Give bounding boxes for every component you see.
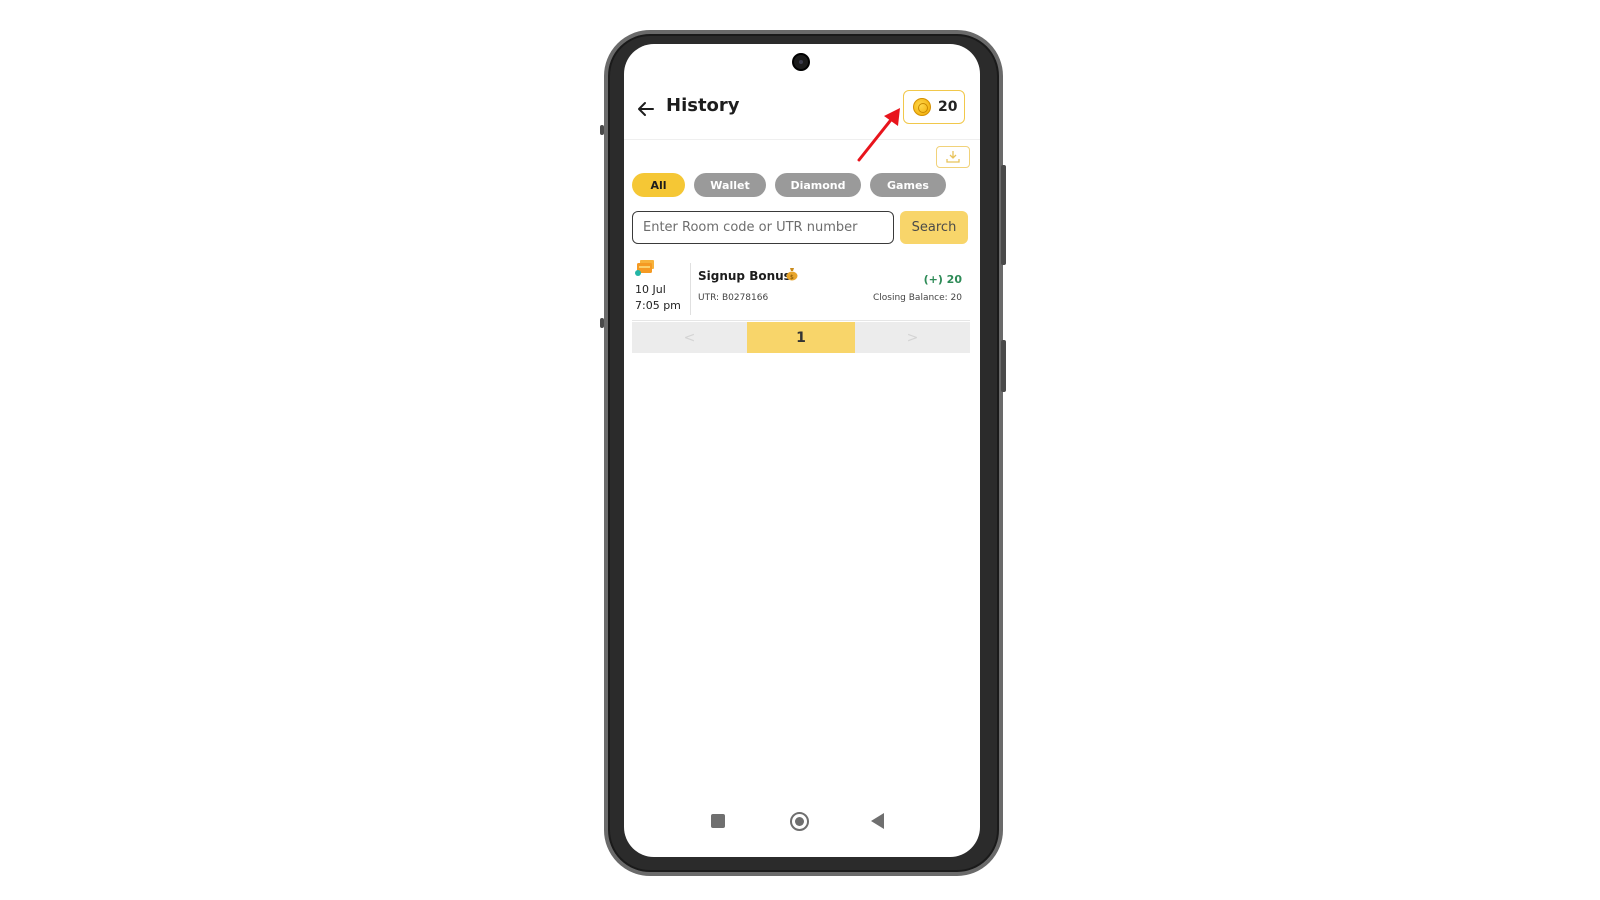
transaction-amount: (+) 20 xyxy=(923,273,962,286)
coin-icon xyxy=(913,98,931,116)
pagination-prev-button[interactable]: < xyxy=(632,322,747,353)
tab-diamond[interactable]: Diamond xyxy=(775,173,861,197)
tab-games[interactable]: Games xyxy=(870,173,946,197)
transaction-closing-balance: Closing Balance: 20 xyxy=(873,293,962,303)
filter-tabs: All Wallet Diamond Games xyxy=(632,173,946,197)
pagination-current-page[interactable]: 1 xyxy=(747,322,855,353)
arrow-left-icon[interactable] xyxy=(636,99,656,119)
coin-balance-value: 20 xyxy=(938,99,958,115)
system-nav-bar xyxy=(624,804,980,838)
download-button[interactable] xyxy=(936,146,970,168)
wallet-cash-icon xyxy=(635,260,654,276)
search-button[interactable]: Search xyxy=(900,211,968,244)
transaction-row[interactable]: 10 Jul 7:05 pm Signup Bonus $ UTR: B0278… xyxy=(632,257,970,321)
volume-button xyxy=(1001,340,1006,392)
transaction-time: 7:05 pm xyxy=(635,299,681,312)
download-icon xyxy=(946,151,960,163)
tab-wallet[interactable]: Wallet xyxy=(694,173,766,197)
money-bag-icon: $ xyxy=(786,268,798,281)
pagination: < 1 > xyxy=(632,322,970,353)
svg-text:$: $ xyxy=(790,274,794,281)
side-button-left-2 xyxy=(600,318,604,328)
search-input[interactable] xyxy=(632,211,894,244)
app-screen: History 20 All Wallet Diamond Games Sear… xyxy=(624,44,980,857)
recents-icon[interactable] xyxy=(711,814,725,828)
front-camera xyxy=(792,53,810,71)
transaction-date: 10 Jul xyxy=(635,283,666,296)
page-title: History xyxy=(666,95,740,116)
tab-all[interactable]: All xyxy=(632,173,685,197)
transaction-divider xyxy=(690,263,691,315)
transaction-utr: UTR: B0278166 xyxy=(698,293,769,303)
side-button-left xyxy=(600,125,604,135)
home-icon[interactable] xyxy=(790,812,809,831)
system-back-icon[interactable] xyxy=(871,813,884,829)
transaction-title: Signup Bonus xyxy=(698,269,791,283)
power-button xyxy=(1001,165,1006,265)
app-header: History 20 xyxy=(624,78,980,140)
pagination-next-button[interactable]: > xyxy=(855,322,970,353)
annotation-arrow-icon xyxy=(857,108,900,162)
